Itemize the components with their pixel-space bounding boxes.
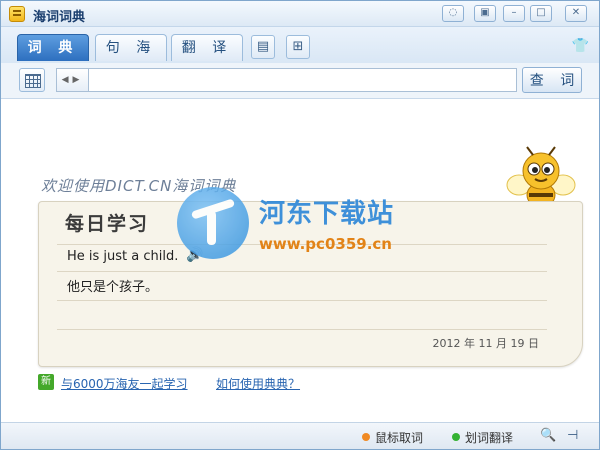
maximize-button[interactable]: □: [530, 5, 552, 22]
status-bar: 鼠标取词 划词翻译 🔍 ⊣: [1, 422, 599, 449]
daily-sentence-zh: 他只是个孩子。: [67, 280, 159, 295]
select-translate-status-icon: [452, 433, 460, 441]
howto-link[interactable]: 如何使用典典？: [216, 375, 300, 392]
select-translate-toggle[interactable]: 划词翻译: [465, 429, 513, 446]
skin-shirt-icon[interactable]: 👕: [572, 38, 589, 54]
divider: [57, 329, 547, 330]
card-title: 每日学习: [65, 213, 150, 235]
wordbook-icon[interactable]: ▤: [251, 35, 275, 59]
daily-date: 2012 年 11 月 19 日: [432, 337, 539, 350]
app-window: 海词词典 ◌ ▣ – □ ✕ 词 典 句 海 翻 译 ▤ ⊞ 👕 ◀▶ 查 词 …: [0, 0, 600, 450]
search-bar: ◀▶ 查 词: [1, 63, 599, 99]
watermark-url: www.pc0359.cn: [259, 235, 392, 253]
minimize-button[interactable]: –: [503, 5, 525, 22]
mouse-lookup-status-icon: [362, 433, 370, 441]
watermark-logo-icon: [177, 187, 249, 259]
search-input[interactable]: [88, 68, 517, 92]
divider: [57, 300, 547, 301]
close-button[interactable]: ✕: [565, 5, 587, 22]
calendar-icon[interactable]: [19, 68, 45, 92]
divider: [57, 271, 547, 272]
zoom-search-icon[interactable]: 🔍: [540, 428, 556, 443]
restore-icon[interactable]: ▣: [474, 5, 496, 22]
tab-bar: 词 典 句 海 翻 译 ▤ ⊞ 👕: [1, 27, 599, 63]
watermark-site-name: 河东下载站: [259, 199, 395, 229]
title-bar[interactable]: 海词词典 ◌ ▣ – □ ✕: [1, 1, 599, 27]
app-logo-icon: [9, 6, 25, 22]
mouse-lookup-toggle[interactable]: 鼠标取词: [375, 429, 423, 446]
pin-icon[interactable]: ⊣: [567, 428, 578, 443]
history-nav[interactable]: ◀▶: [56, 68, 88, 92]
community-link[interactable]: 与6000万海友一起学习: [61, 375, 188, 392]
daily-sentence-en: He is just a child.: [67, 249, 179, 264]
tab-translate[interactable]: 翻 译: [171, 34, 243, 61]
tab-sentences[interactable]: 句 海: [95, 34, 167, 61]
search-button[interactable]: 查 词: [522, 67, 582, 93]
add-window-icon[interactable]: ⊞: [286, 35, 310, 59]
chat-icon[interactable]: ◌: [442, 5, 464, 22]
window-title: 海词词典: [33, 10, 86, 25]
new-badge-icon: 新: [38, 374, 54, 390]
tab-dictionary[interactable]: 词 典: [17, 34, 89, 61]
